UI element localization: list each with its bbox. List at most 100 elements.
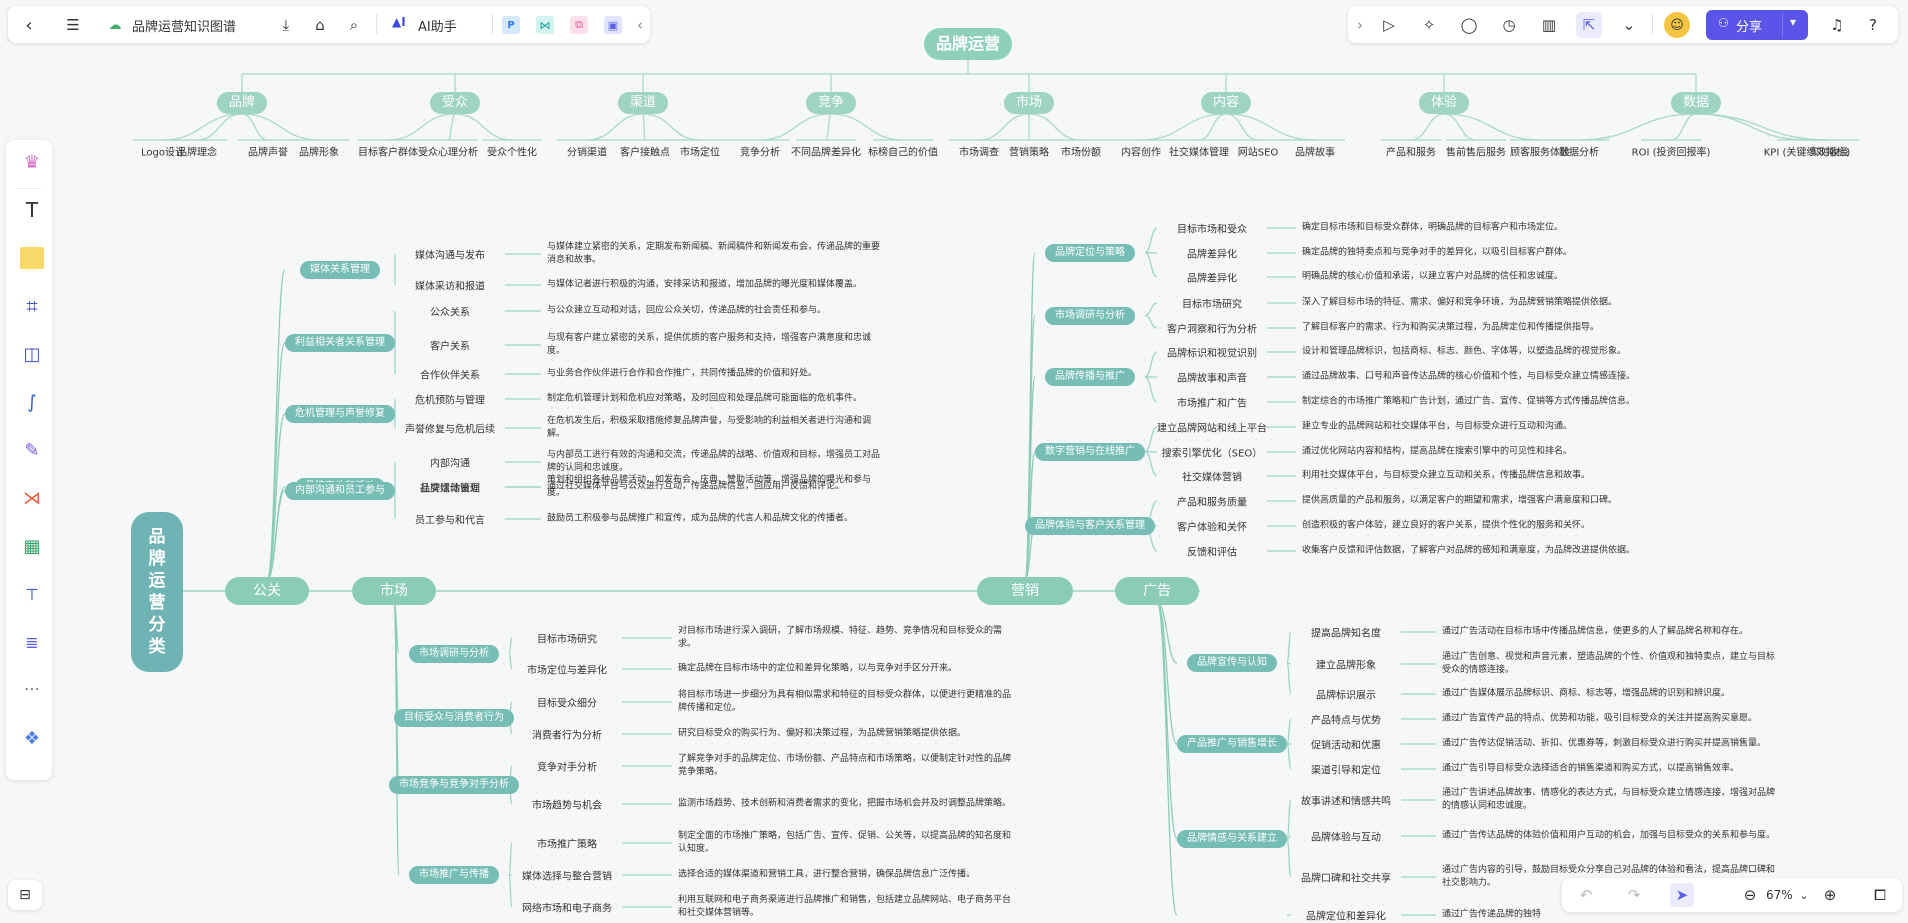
plugin-mindmap-icon[interactable]: ⋈ — [536, 16, 554, 34]
top-leaf-node[interactable]: 竞争分析 — [740, 144, 780, 159]
top-branch-node[interactable]: 数据 — [1670, 92, 1722, 114]
stats-icon[interactable]: ▥ — [1536, 12, 1562, 38]
category-node[interactable]: 品牌传播与推广 — [1045, 368, 1135, 386]
description-text[interactable]: 与公众建立互动和对话，回应公众关切，传递品牌的社会责任和参与。 — [547, 305, 887, 318]
top-leaf-node[interactable]: 品牌理念 — [177, 144, 217, 159]
document-icon[interactable]: ≣ — [14, 624, 50, 660]
description-text[interactable]: 建立专业的品牌网站和社交媒体平台，与目标受众进行互动和沟通。 — [1302, 421, 1722, 434]
top-leaf-node[interactable]: 目标客户群体 — [358, 144, 418, 159]
zoom-out-icon[interactable]: ⊖ — [1738, 883, 1762, 907]
main-category-node[interactable]: 市场 — [352, 577, 436, 605]
category-node[interactable]: 市场调研与分析 — [1045, 306, 1135, 325]
connector-tool-icon[interactable]: ∫ — [14, 384, 50, 420]
category-node[interactable]: 媒体关系管理 — [300, 260, 380, 279]
back-icon[interactable]: ‹ — [16, 12, 42, 38]
subcategory-node[interactable]: 渠道引导和定位 — [1311, 762, 1381, 777]
mindmap-tool-icon[interactable]: ⋊ — [14, 480, 50, 516]
menu-icon[interactable]: ☰ — [60, 12, 86, 38]
top-leaf-node[interactable]: 标榜自己的价值 — [868, 144, 938, 159]
subcategory-node[interactable]: 品牌标识和视觉识别 — [1167, 345, 1257, 360]
plugin-p-icon[interactable]: P — [502, 16, 520, 34]
subcategory-node[interactable]: 建立品牌形象 — [1316, 657, 1376, 672]
top-leaf-node[interactable]: 售前售后服务 — [1446, 144, 1506, 159]
top-leaf-node[interactable]: ROI (投资回报率) — [1632, 144, 1711, 159]
subcategory-node[interactable]: 品牌口碑和社交共享 — [1301, 870, 1391, 885]
category-node[interactable]: 市场竞争与竞争对手分析 — [389, 776, 519, 794]
category-node[interactable]: 品牌定位与策略 — [1045, 243, 1135, 262]
subcategory-node[interactable]: 品牌标识展示 — [1316, 687, 1376, 702]
description-text[interactable]: 利用社交媒体平台，与目标受众建立互动和关系，传播品牌信息和故事。 — [1302, 470, 1722, 483]
subcategory-node[interactable]: 媒体沟通与发布 — [415, 247, 485, 262]
more-down-icon[interactable]: ⌄ — [1616, 12, 1642, 38]
select-cursor-icon[interactable]: ➤ — [1670, 883, 1694, 907]
description-text[interactable]: 通过广告传达促销活动、折扣、优惠券等，刺激目标受众进行购买并提高销售量。 — [1442, 738, 1782, 751]
description-text[interactable]: 确定目标市场和目标受众群体，明确品牌的目标客户和市场定位。 — [1302, 222, 1722, 235]
top-leaf-node[interactable]: 内容创作 — [1121, 144, 1161, 159]
subcategory-node[interactable]: 市场推广策略 — [537, 836, 597, 851]
subcategory-node[interactable]: 网络市场和电子商务 — [522, 900, 612, 915]
description-text[interactable]: 收集客户反馈和评估数据，了解客户对品牌的感知和满意度，为品牌改进提供依据。 — [1302, 545, 1722, 558]
subcategory-node[interactable]: 客户体验和关怀 — [1177, 519, 1247, 534]
subcategory-node[interactable]: 促销活动和优惠 — [1311, 737, 1381, 752]
description-text[interactable]: 了解竞争对手的品牌定位、市场份额、产品特点和市场策略，以便制定针对性的品牌竞争策… — [678, 753, 1018, 779]
description-text[interactable]: 监测市场趋势、技术创新和消费者需求的变化，把握市场机会并及时调整品牌策略。 — [678, 798, 1018, 811]
description-text[interactable]: 通过广告媒体展示品牌标识、商标、标志等，增强品牌的识别和辨识度。 — [1442, 688, 1782, 701]
top-leaf-node[interactable]: 分销渠道 — [567, 144, 607, 159]
text-box-icon[interactable]: ⊤ — [14, 576, 50, 612]
description-text[interactable]: 制定全面的市场推广策略，包括广告、宣传、促销、公关等，以提高品牌的知名度和认知度… — [678, 830, 1018, 856]
category-node[interactable]: 品牌体验与客户关系管理 — [1025, 517, 1155, 535]
top-branch-node[interactable]: 内容 — [1200, 92, 1252, 114]
top-leaf-node[interactable]: 客户接触点 — [620, 144, 670, 159]
notification-bell-icon[interactable]: ♫ — [1824, 12, 1850, 38]
subcategory-node[interactable]: 目标市场和受众 — [1177, 221, 1247, 236]
top-branch-node[interactable]: 竞争 — [805, 92, 857, 114]
top-branch-node[interactable]: 体验 — [1418, 92, 1470, 114]
description-text[interactable]: 与内部员工进行有效的沟通和交流，传递品牌的战略、价值观和目标，增强员工对品牌的认… — [547, 449, 887, 475]
subcategory-node[interactable]: 社交媒体营销 — [1182, 469, 1242, 484]
main-category-node[interactable]: 公关 — [225, 577, 309, 605]
download-icon[interactable]: ⤓ — [273, 12, 299, 38]
description-text[interactable]: 研究目标受众的购买行为、偏好和决策过程，为品牌营销策略提供依据。 — [678, 728, 1018, 741]
subcategory-node[interactable]: 市场推广和广告 — [1177, 395, 1247, 410]
subcategory-node[interactable]: 客户关系 — [430, 338, 470, 353]
subcategory-node[interactable]: 公众关系 — [430, 304, 470, 319]
category-node[interactable]: 品牌情感与关系建立 — [1177, 829, 1287, 848]
description-text[interactable]: 通过品牌故事、口号和声音传达品牌的核心价值和个性，与目标受众建立情感连接。 — [1302, 371, 1722, 384]
zoom-level[interactable]: 67% — [1766, 888, 1793, 902]
description-text[interactable]: 选择合适的媒体渠道和营销工具，进行整合营销，确保品牌信息广泛传播。 — [678, 869, 1018, 882]
subcategory-node[interactable]: 危机预防与管理 — [415, 392, 485, 407]
search-icon[interactable]: ⌕ — [341, 12, 367, 38]
category-node[interactable]: 利益相关者关系管理 — [285, 333, 395, 352]
subcategory-node[interactable]: 故事讲述和情感共鸣 — [1301, 793, 1391, 808]
category-node[interactable]: 市场推广与传播 — [409, 866, 499, 884]
description-text[interactable]: 与业务合作伙伴进行合作和合作推广，共同传播品牌的价值和好处。 — [547, 368, 887, 381]
subcategory-node[interactable]: 产品和服务质量 — [1177, 494, 1247, 509]
top-leaf-node[interactable]: 产品和服务 — [1386, 144, 1436, 159]
plugin-flow-icon[interactable]: ⧉ — [570, 16, 588, 34]
subcategory-node[interactable]: 社交媒体管理 — [420, 480, 480, 495]
frame-tool-icon[interactable]: ⌗ — [14, 288, 50, 324]
description-text[interactable]: 对目标市场进行深入调研，了解市场规模、特征、趋势、竞争情况和目标受众的需求。 — [678, 625, 1018, 651]
top-leaf-node[interactable]: 实时收益 — [1809, 144, 1849, 159]
share-button[interactable]: ⚇ 分享 ▾ — [1706, 10, 1808, 40]
description-text[interactable]: 通过广告活动在目标市场中传播品牌信息，使更多的人了解品牌名称和存在。 — [1442, 626, 1782, 639]
description-text[interactable]: 与媒体记者进行积极的沟通，安排采访和报道，增加品牌的曝光度和媒体覆盖。 — [547, 279, 887, 292]
text-tool-icon[interactable]: T — [14, 192, 50, 228]
subcategory-node[interactable]: 声誉修复与危机后续 — [405, 421, 495, 436]
description-text[interactable]: 利用互联网和电子商务渠道进行品牌推广和销售，包括建立品牌网站、电子商务平台和社交… — [678, 894, 1018, 920]
category-node[interactable]: 内部沟通和员工参与 — [285, 481, 395, 500]
top-leaf-node[interactable]: 数据分析 — [1559, 144, 1599, 159]
top-leaf-node[interactable]: 营销策略 — [1009, 144, 1049, 159]
subcategory-node[interactable]: 品牌差异化 — [1187, 270, 1237, 285]
top-leaf-node[interactable]: 市场份额 — [1061, 144, 1101, 159]
minimap-toggle[interactable]: ⊟ — [8, 880, 42, 910]
top-leaf-node[interactable]: 受众个性化 — [487, 144, 537, 159]
category-node[interactable]: 数字营销与在线推广 — [1035, 442, 1145, 461]
description-text[interactable]: 设计和管理品牌标识，包括商标、标志、颜色、字体等，以塑造品牌的视觉形象。 — [1302, 346, 1722, 359]
top-leaf-node[interactable]: 网站SEO — [1238, 144, 1279, 159]
description-text[interactable]: 了解目标客户的需求、行为和购买决策过程，为品牌定位和传播提供指导。 — [1302, 322, 1722, 335]
description-text[interactable]: 通过广告创意、视觉和声音元素，塑造品牌的个性、价值观和独特卖点，建立与目标受众的… — [1442, 651, 1782, 677]
subcategory-node[interactable]: 竞争对手分析 — [537, 759, 597, 774]
top-leaf-node[interactable]: 社交媒体管理 — [1169, 144, 1229, 159]
description-text[interactable]: 与媒体建立紧密的关系，定期发布新闻稿、新闻稿件和新闻发布会，传递品牌的重要消息和… — [547, 241, 887, 267]
